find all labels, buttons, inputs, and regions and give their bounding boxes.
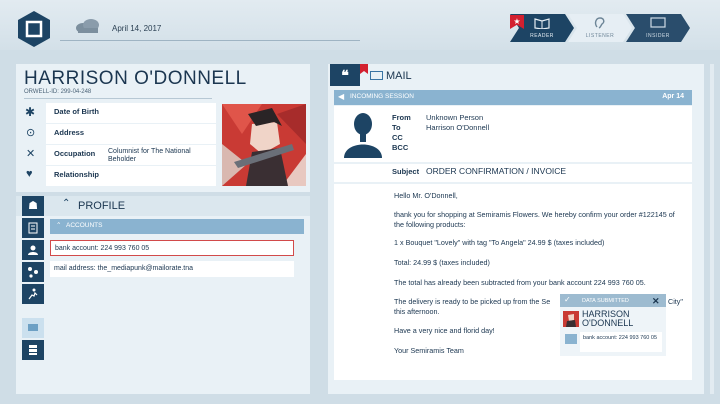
quote-icon[interactable]: ❝ bbox=[330, 64, 360, 86]
sidetab-database-icon[interactable] bbox=[22, 340, 44, 360]
sidetab-chat-icon[interactable] bbox=[22, 318, 44, 338]
mode-tabs: READER LISTENER INSIDER bbox=[510, 14, 720, 44]
field-date-of-birth[interactable]: ✱ Date of Birth bbox=[20, 103, 216, 123]
tools-icon: ✕ bbox=[26, 148, 36, 160]
subject-value: ORDER CONFIRMATION / INVOICE bbox=[426, 166, 567, 176]
popup-header: DATA SUBMITTED bbox=[560, 294, 666, 307]
person-name: HARRISON O'DONNELL bbox=[24, 68, 247, 89]
mail-paragraph: Have a very nice and florid day! bbox=[394, 326, 495, 335]
accounts-title: ACCOUNTS bbox=[66, 222, 103, 229]
account-item-mail[interactable]: mail address: the_mediapunk@mailorate.tn… bbox=[50, 261, 294, 277]
mail-paragraph: The delivery is ready to be picked up fr… bbox=[394, 297, 551, 306]
occupation-value: Columnist for The National Beholder bbox=[108, 148, 191, 163]
field-label: Address bbox=[46, 124, 216, 144]
mail-signature: Your Semiramis Team bbox=[394, 346, 464, 355]
popup-chat-icon bbox=[565, 334, 577, 344]
mail-greeting: Hello Mr. O'Donnell, bbox=[394, 191, 458, 200]
mail-paragraph: this afternoon. bbox=[394, 307, 440, 316]
mail-scrollbar[interactable] bbox=[710, 64, 714, 394]
envelope-icon bbox=[370, 71, 383, 80]
session-date: Apr 14 bbox=[662, 93, 684, 100]
field-occupation[interactable]: ✕ Occupation Columnist for The National … bbox=[20, 145, 216, 165]
from-label: From bbox=[392, 113, 411, 122]
tab-insider[interactable]: INSIDER bbox=[626, 14, 690, 42]
popup-portrait bbox=[563, 311, 579, 327]
tab-listener[interactable]: LISTENER bbox=[568, 14, 632, 42]
field-label: Date of Birth bbox=[46, 103, 216, 123]
mail-paragraph-tail: City" bbox=[668, 297, 683, 306]
back-arrow-icon[interactable]: ◀ bbox=[338, 92, 344, 101]
cc-label: CC bbox=[392, 133, 403, 142]
hearts-icon: ♥ bbox=[26, 168, 33, 180]
mail-paragraph: 1 x Bouquet "Lovely" with tag "To Angela… bbox=[394, 238, 605, 247]
profile-section-header[interactable] bbox=[16, 196, 310, 216]
sidetab-activity-icon[interactable] bbox=[22, 284, 44, 304]
header-divider bbox=[60, 40, 360, 41]
profile-person-icon: ☗ bbox=[22, 196, 44, 216]
popup-person-name: HARRISON O'DONNELL bbox=[582, 309, 634, 328]
session-bar[interactable]: ◀ INCOMING SESSION Apr 14 bbox=[334, 90, 692, 105]
orwell-id: ORWELL-ID: 299-04-248 bbox=[24, 89, 92, 95]
profile-portrait bbox=[222, 104, 306, 186]
account-item-bank[interactable]: bank account: 224 993 760 05 bbox=[50, 240, 294, 256]
mail-paragraph: thank you for shopping at Semiramis Flow… bbox=[394, 210, 675, 229]
book-icon bbox=[534, 18, 550, 29]
popup-close-button[interactable]: ✕ bbox=[652, 296, 660, 307]
sidetab-network-icon[interactable] bbox=[22, 262, 44, 282]
field-label: Relationship bbox=[46, 166, 216, 186]
field-address[interactable]: ⊙ Address bbox=[20, 124, 216, 144]
bcc-label: BCC bbox=[392, 143, 409, 152]
submitted-check-icon: ✓ bbox=[564, 295, 571, 304]
app-logo[interactable] bbox=[14, 9, 54, 49]
mail-title: MAIL bbox=[386, 70, 412, 82]
mail-paragraph[interactable]: The total has already been subtracted fr… bbox=[394, 278, 684, 288]
from-value[interactable]: Unknown Person bbox=[426, 113, 483, 122]
monitor-icon bbox=[650, 17, 666, 28]
subject-label: Subject bbox=[392, 167, 420, 176]
mail-paragraph: Total: 24.99 $ (taxes included) bbox=[394, 258, 490, 267]
session-label: INCOMING SESSION bbox=[350, 93, 414, 100]
sidetab-contacts-icon[interactable] bbox=[22, 240, 44, 260]
to-label: To bbox=[392, 123, 401, 132]
mail-header bbox=[334, 106, 692, 162]
location-pin-icon: ⊙ bbox=[26, 127, 36, 139]
current-date: April 14, 2017 bbox=[112, 24, 162, 33]
popup-value[interactable]: bank account: 224 993 760 05 bbox=[580, 332, 662, 352]
divider bbox=[24, 98, 212, 99]
unknown-person-avatar bbox=[344, 113, 382, 158]
sidetab-accounts-icon[interactable] bbox=[22, 218, 44, 238]
to-value[interactable]: Harrison O'Donnell bbox=[426, 123, 489, 132]
profile-section-title: PROFILE bbox=[78, 200, 126, 212]
accounts-subheader[interactable]: ⌃ ACCOUNTS bbox=[50, 219, 304, 234]
ear-icon bbox=[594, 17, 605, 29]
accounts-collapse-icon: ⌃ bbox=[56, 222, 62, 229]
field-relationship[interactable]: ♥ Relationship bbox=[20, 166, 216, 186]
profile-collapse-icon[interactable]: ⌃ bbox=[62, 198, 70, 209]
weather-cloud-icon bbox=[76, 19, 99, 33]
asterisk-icon: ✱ bbox=[25, 105, 36, 119]
